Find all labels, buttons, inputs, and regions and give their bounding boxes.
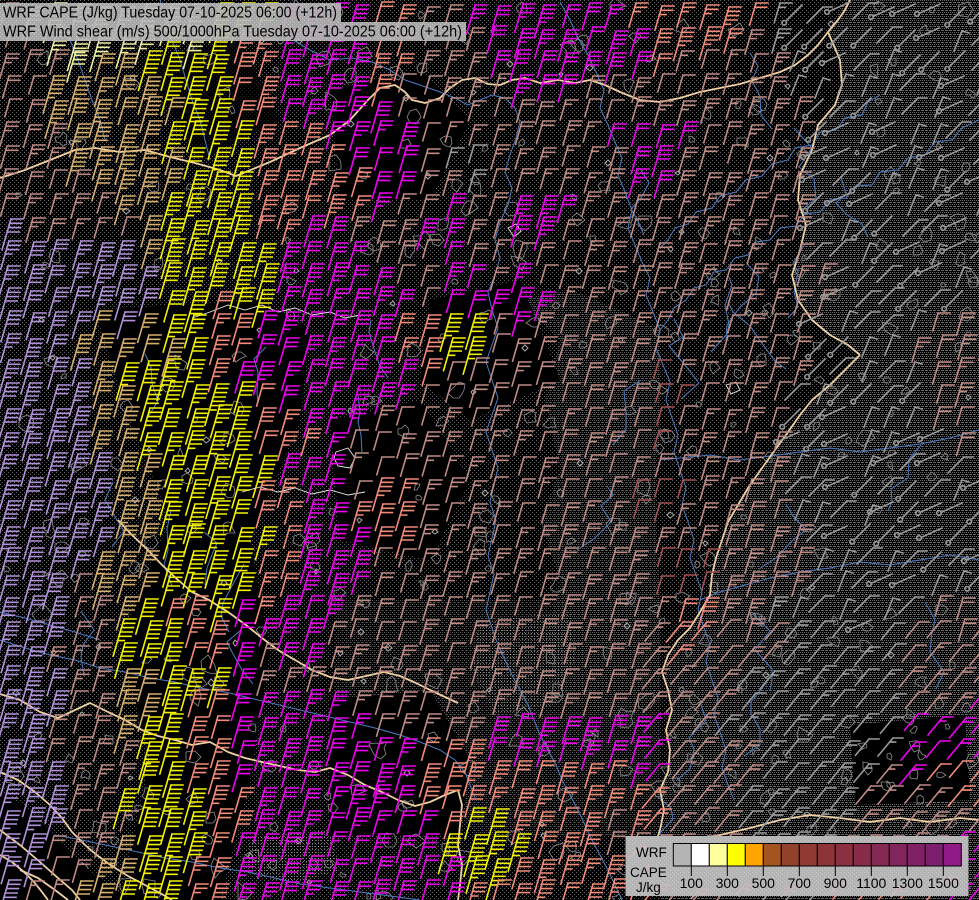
- svg-text:100: 100: [680, 875, 704, 891]
- svg-text:1300: 1300: [892, 875, 923, 891]
- svg-text:500: 500: [752, 875, 776, 891]
- svg-text:WRF Wind shear (m/s) 500/1000h: WRF Wind shear (m/s) 500/1000hPa Tuesday…: [3, 24, 462, 41]
- svg-text:WRF: WRF: [636, 845, 667, 860]
- svg-text:WRF CAPE (J/kg) Tuesday 07-10-: WRF CAPE (J/kg) Tuesday 07-10-2025 06:00…: [3, 5, 337, 22]
- svg-text:J/kg: J/kg: [636, 880, 661, 895]
- svg-text:900: 900: [824, 875, 848, 891]
- svg-text:300: 300: [716, 875, 740, 891]
- svg-text:700: 700: [788, 875, 812, 891]
- svg-text:1100: 1100: [856, 875, 886, 891]
- svg-text:1500: 1500: [928, 875, 959, 891]
- svg-text:CAPE: CAPE: [630, 865, 667, 880]
